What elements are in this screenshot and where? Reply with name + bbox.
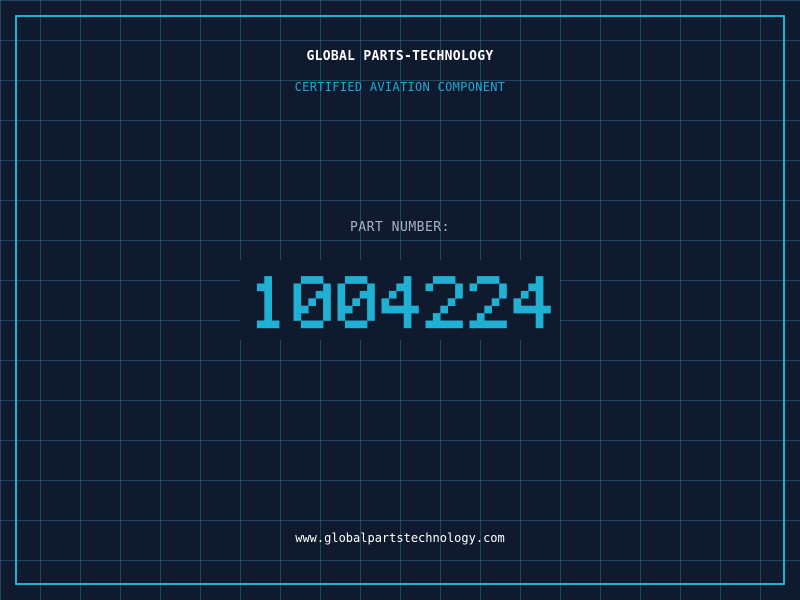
digit-0 <box>337 276 375 329</box>
digit-0 <box>293 276 331 329</box>
part-number-value: 1004224 <box>240 260 245 261</box>
digit-4 <box>513 276 551 329</box>
part-number-display: 1004224 <box>240 260 560 340</box>
part-number-digits: 1004224 <box>240 260 551 329</box>
certification-tagline: CERTIFIED AVIATION COMPONENT <box>294 80 506 94</box>
digit-2 <box>425 276 463 329</box>
part-number-label: PART NUMBER: <box>350 220 450 235</box>
digit-2 <box>469 276 507 329</box>
website-url: www.globalpartstechnology.com <box>295 531 505 545</box>
digit-4 <box>381 276 419 329</box>
company-name: GLOBAL PARTS-TECHNOLOGY <box>306 49 494 64</box>
digit-1 <box>256 276 280 329</box>
